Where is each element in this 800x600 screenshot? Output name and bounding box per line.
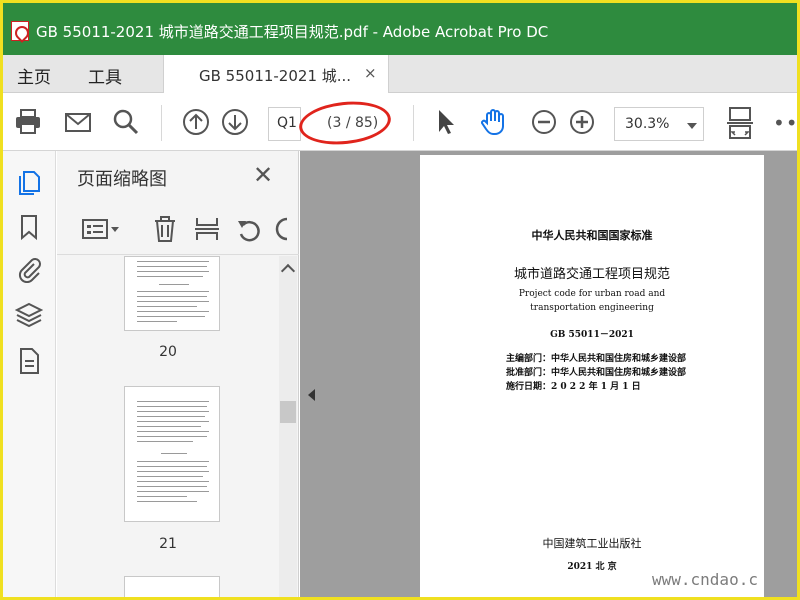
title-bar: GB 55011-2021 城市道路交通工程项目规范.pdf - Adobe A… [3, 3, 797, 55]
mail-icon[interactable] [63, 107, 93, 137]
standard-title-cn: 城市道路交通工程项目规范 [513, 267, 670, 282]
select-arrow-icon[interactable] [431, 107, 461, 137]
document-page: 中华人民共和国国家标准 城市道路交通工程项目规范 Project code fo… [420, 155, 764, 597]
editor-department: 主编部门：中华人民共和国住房和城乡建设部 [506, 354, 687, 364]
document-tab[interactable]: GB 55011-2021 城... × [163, 55, 389, 93]
scroll-up-icon[interactable] [280, 263, 296, 279]
thumbnail-list: 20 21 [57, 256, 279, 597]
navigation-rail [3, 151, 56, 597]
thumbnail-options-icon[interactable] [81, 215, 121, 243]
search-icon[interactable] [111, 107, 141, 137]
thumbnail-label: 21 [159, 536, 177, 552]
zoom-select[interactable]: 30.3% [614, 107, 704, 141]
effective-date: 施行日期：2 0 2 2 年 1 月 1 日 [506, 382, 641, 392]
page-number-input[interactable]: Q1 [268, 107, 301, 141]
page-thumbnails-panel: 页面缩略图 ✕ 20 21 [57, 151, 299, 597]
close-tab-icon[interactable]: × [364, 64, 377, 82]
toolbar-separator [413, 105, 414, 141]
thumbnail-page-22[interactable] [124, 576, 220, 597]
approver-department: 批准部门：中华人民共和国住房和城乡建设部 [506, 368, 687, 378]
standard-heading: 中华人民共和国国家标准 [531, 229, 653, 242]
collapse-panel-icon[interactable] [308, 389, 315, 401]
toolbar-separator [161, 105, 162, 141]
publisher: 中国建筑工业出版社 [542, 537, 642, 550]
thumbnail-scrollbar[interactable] [279, 256, 297, 597]
zoom-out-icon[interactable] [529, 107, 559, 137]
printer-icon[interactable] [13, 107, 43, 137]
document-tab-label: GB 55011-2021 城... [199, 67, 352, 85]
menu-home[interactable]: 主页 [17, 63, 51, 88]
panel-title: 页面缩略图 [77, 169, 167, 190]
close-panel-icon[interactable]: ✕ [253, 161, 273, 189]
standard-title-en-line2: transportation engineering [530, 303, 654, 313]
thumbnail-page-20[interactable] [124, 256, 220, 331]
menu-tools[interactable]: 工具 [88, 63, 122, 88]
insert-pages-icon[interactable] [193, 215, 221, 243]
acrobat-pdf-icon [11, 21, 29, 41]
standard-code: GB 55011－2021 [550, 330, 634, 340]
panel-toolbar [57, 203, 299, 255]
scrollbar-thumb[interactable] [280, 401, 296, 423]
layers-icon[interactable] [15, 301, 43, 329]
zoom-in-icon[interactable] [567, 107, 597, 137]
document-properties-icon[interactable] [15, 347, 43, 375]
document-view[interactable]: 中华人民共和国国家标准 城市道路交通工程项目规范 Project code fo… [300, 151, 797, 597]
site-watermark: www.cndao.c [652, 570, 758, 589]
chevron-down-icon [687, 123, 697, 129]
thumbnail-label: 20 [159, 344, 177, 360]
more-tools-icon[interactable]: ••• [773, 111, 797, 135]
bookmark-icon[interactable] [15, 213, 43, 241]
zoom-value: 30.3% [625, 116, 670, 132]
app-window: GB 55011-2021 城市道路交通工程项目规范.pdf - Adobe A… [3, 3, 797, 597]
tab-bar: 主页 工具 GB 55011-2021 城... × [3, 55, 797, 93]
standard-title-en-line1: Project code for urban road and [518, 289, 666, 299]
attachment-icon[interactable] [15, 255, 43, 283]
trash-icon[interactable] [151, 215, 179, 243]
fit-page-icon[interactable] [725, 105, 755, 141]
hand-icon[interactable] [479, 107, 509, 137]
thumbnail-page-21[interactable] [124, 386, 220, 522]
window-title: GB 55011-2021 城市道路交通工程项目规范.pdf - Adobe A… [36, 23, 549, 41]
rotate-clockwise-icon[interactable] [275, 215, 289, 243]
red-annotation-ellipse [297, 97, 393, 149]
page-up-icon[interactable] [181, 107, 211, 137]
page-down-icon[interactable] [220, 107, 250, 137]
toolbar: Q1 (3 / 85) 30.3% ••• [3, 93, 797, 151]
page-thumbnails-icon[interactable] [15, 169, 43, 197]
rotate-icon[interactable] [235, 215, 263, 243]
